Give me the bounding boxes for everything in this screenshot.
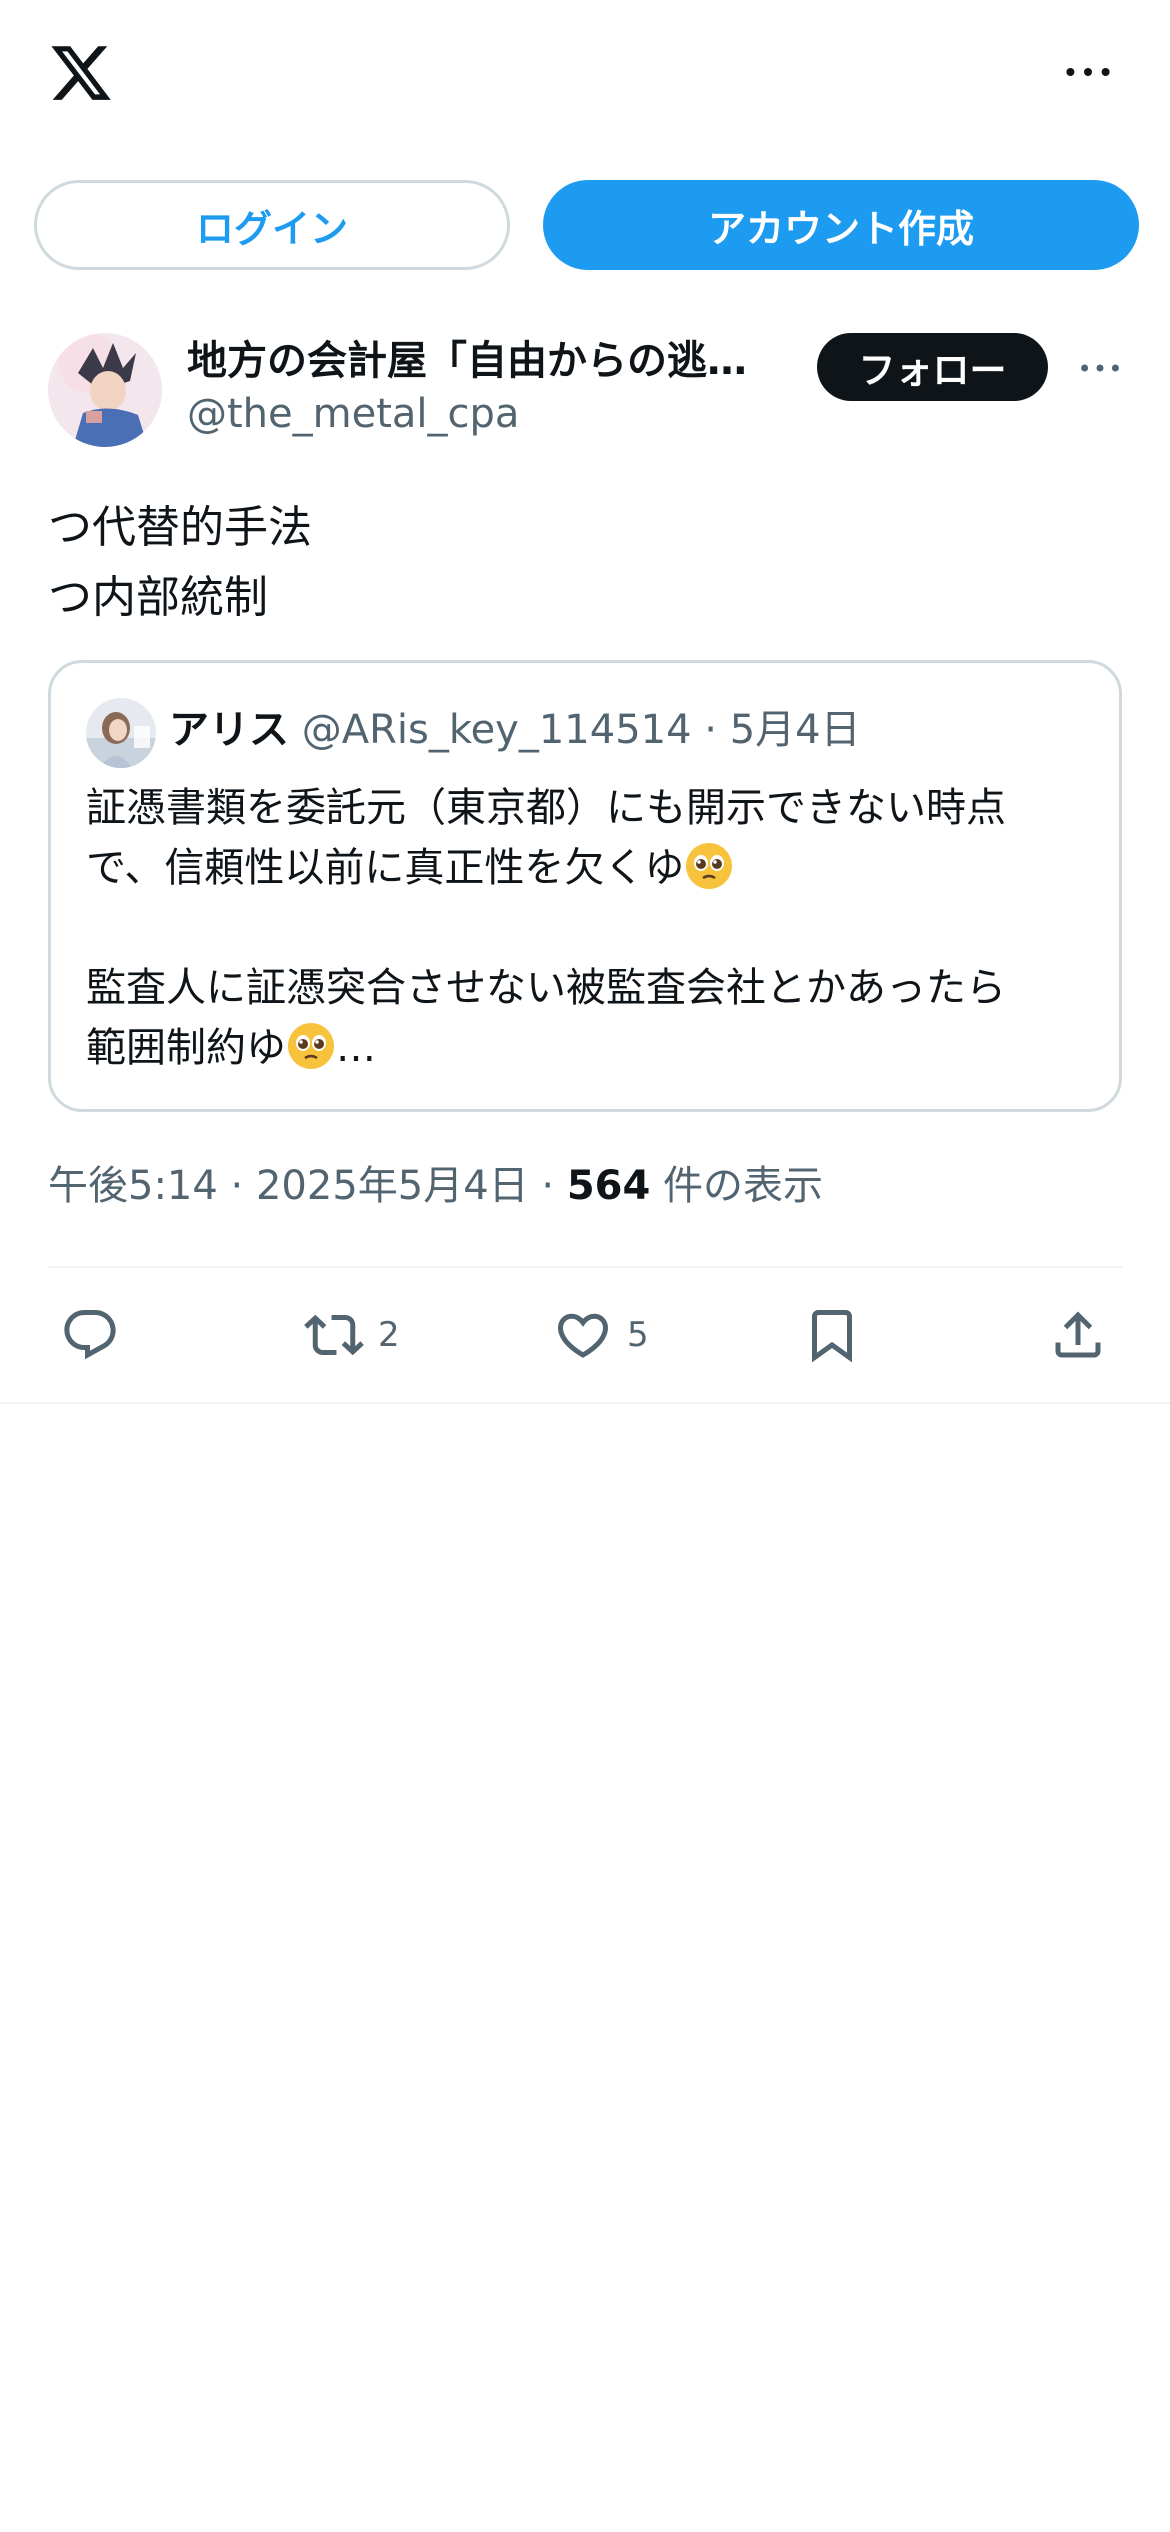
follow-button[interactable]: フォロー bbox=[817, 333, 1048, 401]
tweet-line: つ代替的手法 bbox=[48, 502, 312, 553]
divider bbox=[48, 1266, 1122, 1268]
quote-line: で、信頼性以前に真正性を欠くゆ bbox=[86, 838, 1096, 898]
login-button[interactable]: ログイン bbox=[34, 180, 510, 270]
more-horizontal-icon[interactable] bbox=[1058, 52, 1118, 92]
tweet-timestamp[interactable]: 午後5:14 · 2025年5月4日 · bbox=[48, 1163, 567, 1209]
retweet-count: 2 bbox=[378, 1315, 400, 1355]
share-button[interactable] bbox=[1048, 1300, 1108, 1370]
retweet-button[interactable]: 2 bbox=[304, 1300, 400, 1370]
quoted-tweet-text: 証憑書類を委託元（東京都）にも開示できない時点 で、信頼性以前に真正性を欠くゆ … bbox=[86, 778, 1096, 1078]
quote-line: 証憑書類を委託元（東京都）にも開示できない時点 bbox=[86, 785, 1006, 831]
like-count: 5 bbox=[627, 1315, 649, 1355]
author-handle[interactable]: @the_metal_cpa bbox=[187, 391, 519, 437]
tweet-text: つ代替的手法 つ内部統制 bbox=[48, 493, 1118, 633]
create-account-button[interactable]: アカウント作成 bbox=[543, 180, 1139, 270]
author-avatar[interactable] bbox=[48, 333, 162, 447]
retweet-icon bbox=[304, 1314, 364, 1356]
pleading-face-emoji-icon bbox=[684, 841, 734, 891]
x-logo-icon[interactable] bbox=[48, 40, 114, 106]
quote-line: 監査人に証憑突合させない被監査会社とかあったら bbox=[86, 965, 1006, 1011]
more-options-icon[interactable] bbox=[1070, 350, 1130, 386]
pleading-face-emoji-icon bbox=[286, 1021, 336, 1071]
quote-blank-line bbox=[86, 898, 1096, 958]
reply-icon bbox=[64, 1310, 116, 1360]
views-count: 564 bbox=[566, 1163, 651, 1209]
quoted-tweet-card[interactable]: アリス @ARis_key_114514 · 5月4日 証憑書類を委託元（東京都… bbox=[48, 660, 1122, 1112]
quote-line: 範囲制約ゆ… bbox=[86, 1018, 1096, 1078]
share-icon bbox=[1055, 1311, 1101, 1358]
like-button[interactable]: 5 bbox=[553, 1300, 649, 1370]
bookmark-button[interactable] bbox=[802, 1300, 862, 1370]
tweet-metadata: 午後5:14 · 2025年5月4日 · 564 件の表示 bbox=[48, 1153, 823, 1211]
quoted-author-avatar bbox=[86, 698, 156, 768]
author-display-name[interactable]: 地方の会計屋「自由からの逃… bbox=[187, 328, 777, 386]
top-bar bbox=[0, 0, 1170, 150]
quoted-author-name[interactable]: アリス bbox=[169, 707, 289, 753]
quoted-tweet-header: アリス @ARis_key_114514 · 5月4日 bbox=[169, 700, 861, 760]
views-label: 件の表示 bbox=[650, 1163, 824, 1209]
reply-button[interactable] bbox=[60, 1300, 120, 1370]
heart-icon bbox=[557, 1313, 609, 1358]
bookmark-icon bbox=[812, 1310, 852, 1363]
divider bbox=[0, 1402, 1170, 1404]
tweet-line: つ内部統制 bbox=[48, 572, 268, 623]
quoted-author-meta: @ARis_key_114514 · 5月4日 bbox=[301, 707, 861, 753]
